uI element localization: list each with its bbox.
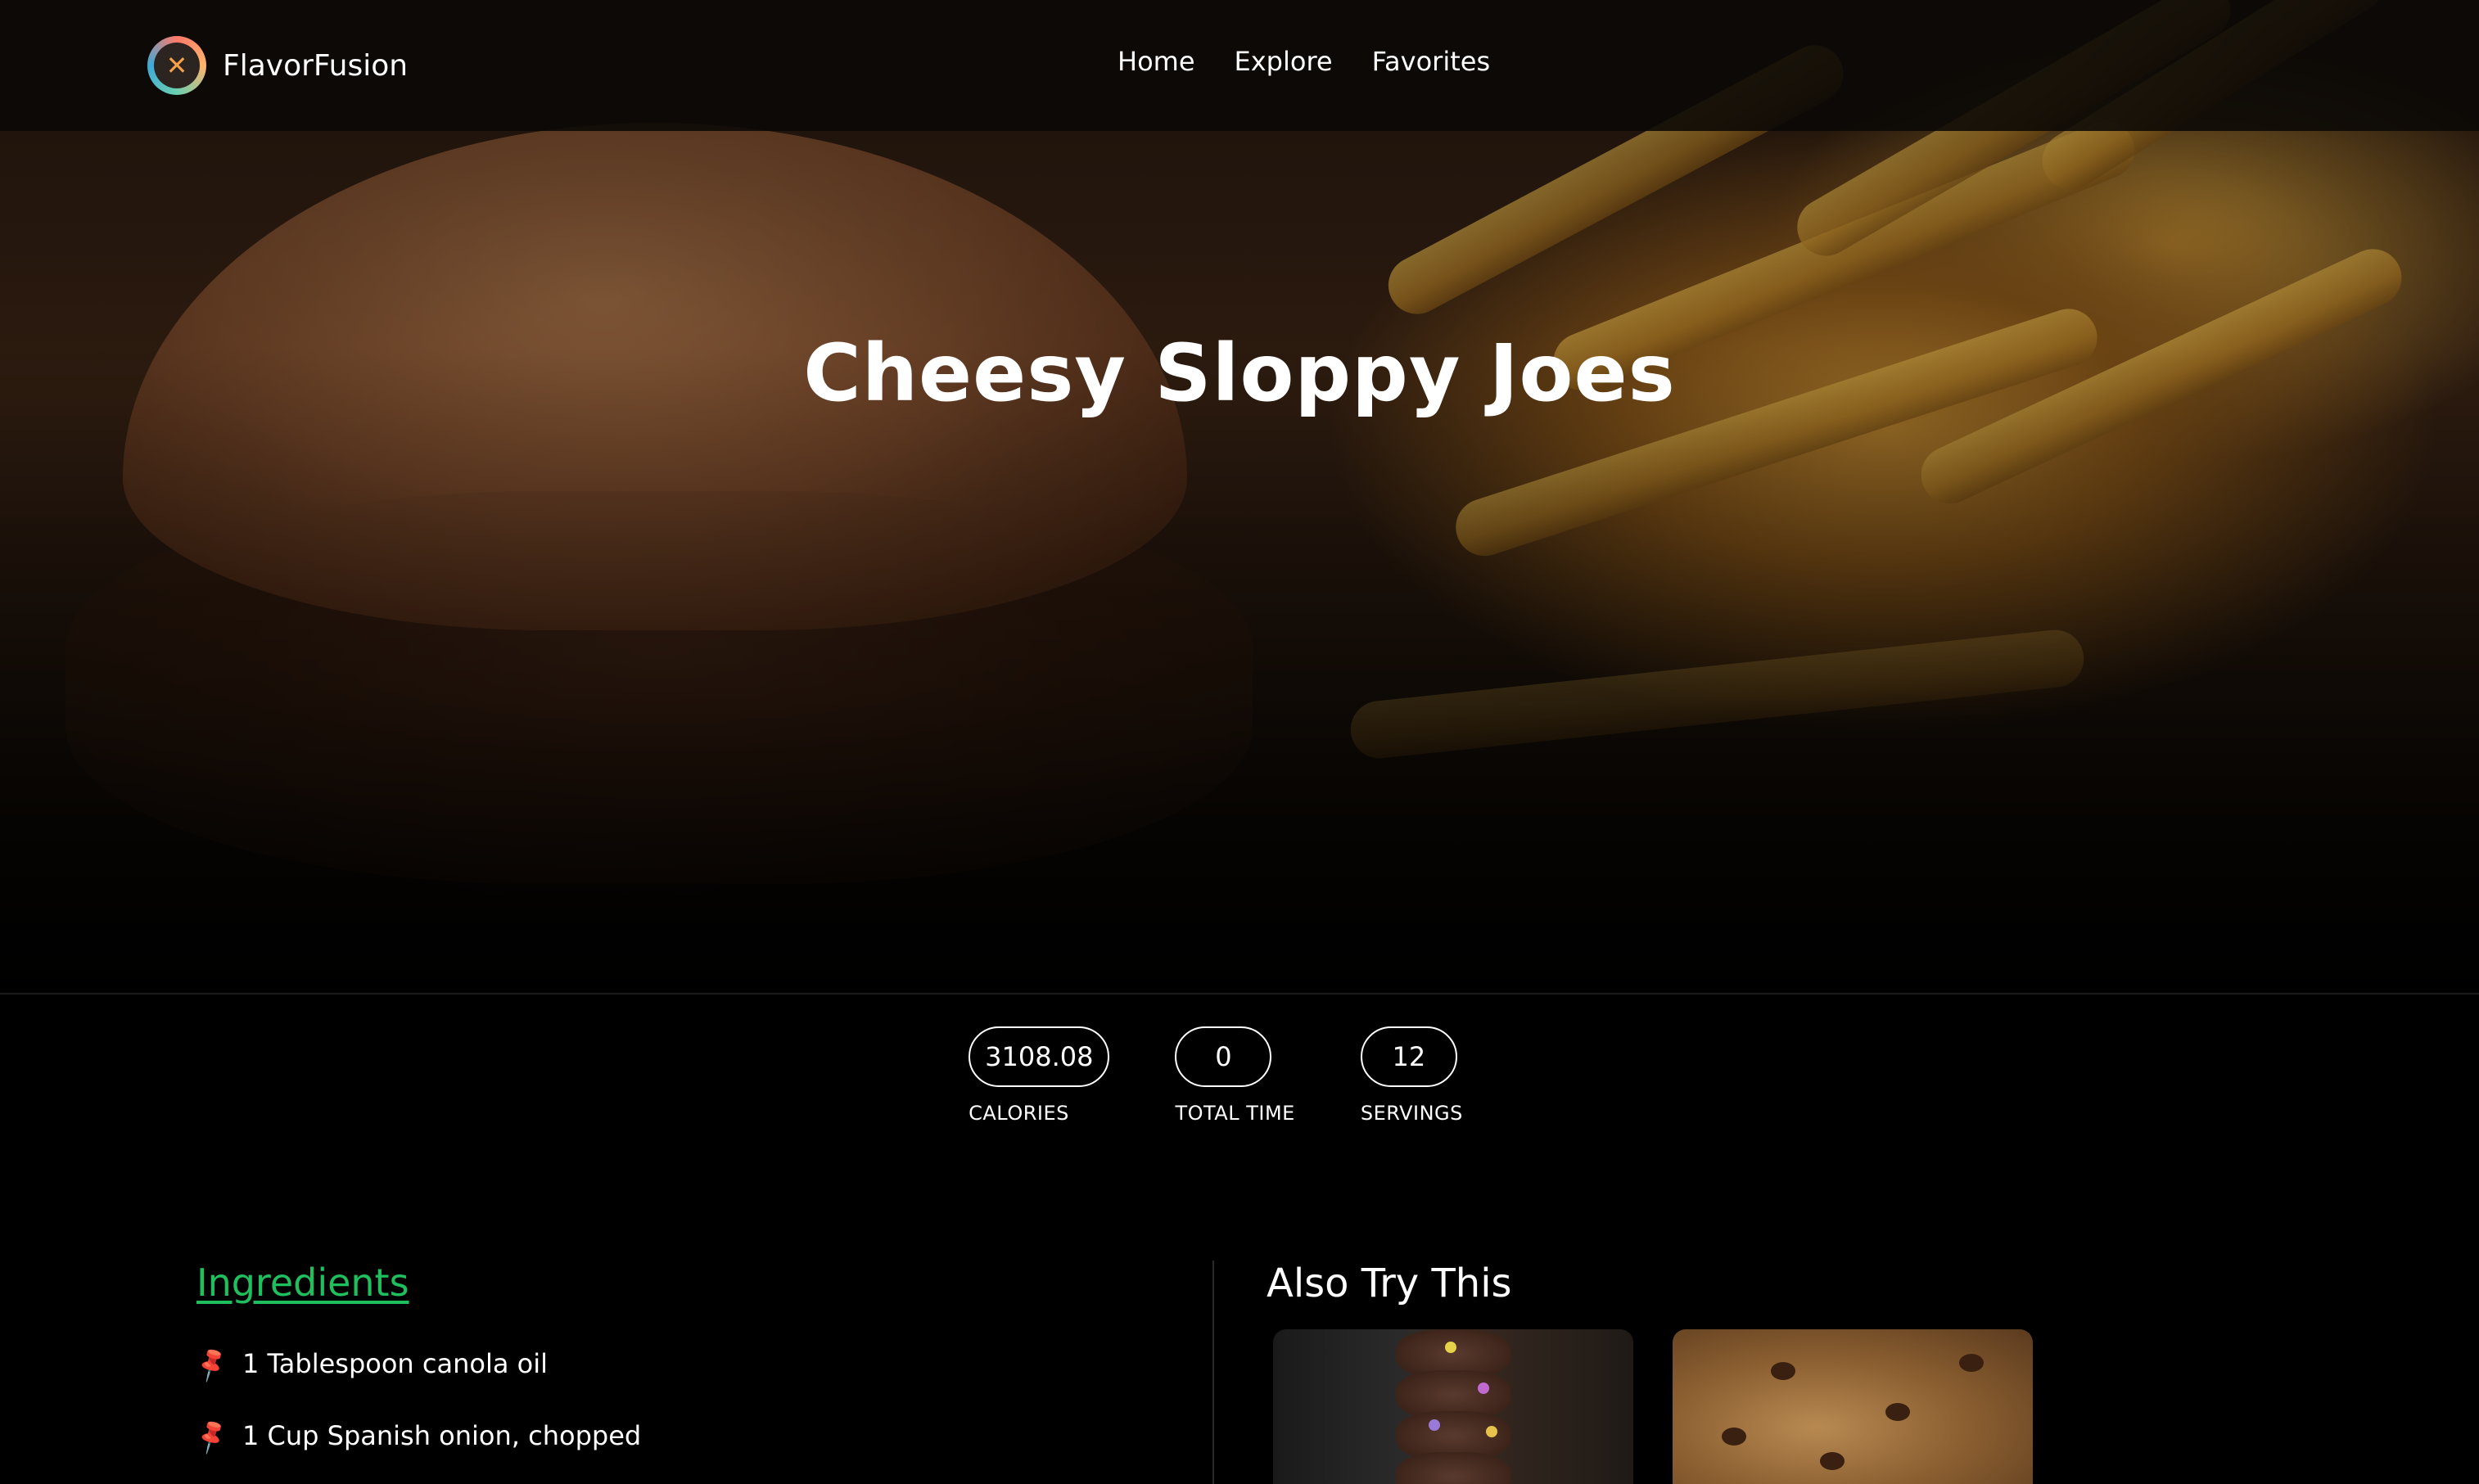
stat-total-time-value: 0	[1175, 1026, 1272, 1087]
recipe-title: Cheesy Sloppy Joes	[803, 327, 1676, 419]
also-try-heading: Also Try This	[1267, 1261, 1512, 1306]
brand-link[interactable]: ✕ FlavorFusion	[147, 36, 408, 95]
nav-links: Home Explore Favorites	[1118, 46, 1490, 77]
hero-divider	[0, 993, 2479, 995]
stat-servings-label: SERVINGS	[1360, 1102, 1463, 1125]
ingredients-list: 📌 1 Tablespoon canola oil 📌 1 Cup Spanis…	[192, 1328, 1179, 1472]
ingredient-item: 📌 1 Cup Spanish onion, chopped	[192, 1400, 1179, 1472]
nav-home-link[interactable]: Home	[1118, 46, 1195, 77]
stat-servings-value: 12	[1360, 1026, 1457, 1087]
nav-explore-link[interactable]: Explore	[1235, 46, 1333, 77]
ingredients-heading[interactable]: Ingredients	[196, 1261, 1179, 1305]
utensils-logo-icon: ✕	[147, 36, 206, 95]
stat-calories-value: 3108.08	[969, 1026, 1110, 1087]
ingredient-text: 1 Tablespoon canola oil	[242, 1348, 548, 1379]
suggestion-card-image[interactable]	[1673, 1329, 2033, 1484]
ingredients-section: Ingredients 📌 1 Tablespoon canola oil 📌 …	[192, 1261, 1179, 1472]
brand-name: FlavorFusion	[223, 48, 409, 83]
hero-banner-image	[0, 0, 2479, 993]
suggestion-cards	[1273, 1329, 2331, 1484]
stat-calories: 3108.08 CALORIES	[969, 1026, 1110, 1125]
suggestion-card-image[interactable]	[1273, 1329, 1633, 1484]
pin-icon: 📌	[191, 1416, 233, 1457]
recipe-page: ✕ FlavorFusion Home Explore Favorites Ch…	[0, 0, 2479, 1484]
ingredient-text: 1 Cup Spanish onion, chopped	[242, 1420, 642, 1451]
also-try-section: Also Try This	[1267, 1261, 2331, 1484]
pin-icon: 📌	[191, 1344, 233, 1385]
ingredient-item: 📌 1 Tablespoon canola oil	[192, 1328, 1179, 1400]
top-navbar: ✕ FlavorFusion Home Explore Favorites	[0, 0, 2479, 131]
stat-total-time: 0 TOTAL TIME	[1175, 1026, 1294, 1125]
recipe-stats: 3108.08 CALORIES 0 TOTAL TIME 12 SERVING…	[0, 1026, 2479, 1125]
stat-calories-label: CALORIES	[969, 1102, 1069, 1125]
nav-favorites-link[interactable]: Favorites	[1372, 46, 1491, 77]
section-divider	[1212, 1261, 1214, 1484]
stat-servings: 12 SERVINGS	[1360, 1026, 1463, 1125]
stat-total-time-label: TOTAL TIME	[1175, 1102, 1295, 1125]
